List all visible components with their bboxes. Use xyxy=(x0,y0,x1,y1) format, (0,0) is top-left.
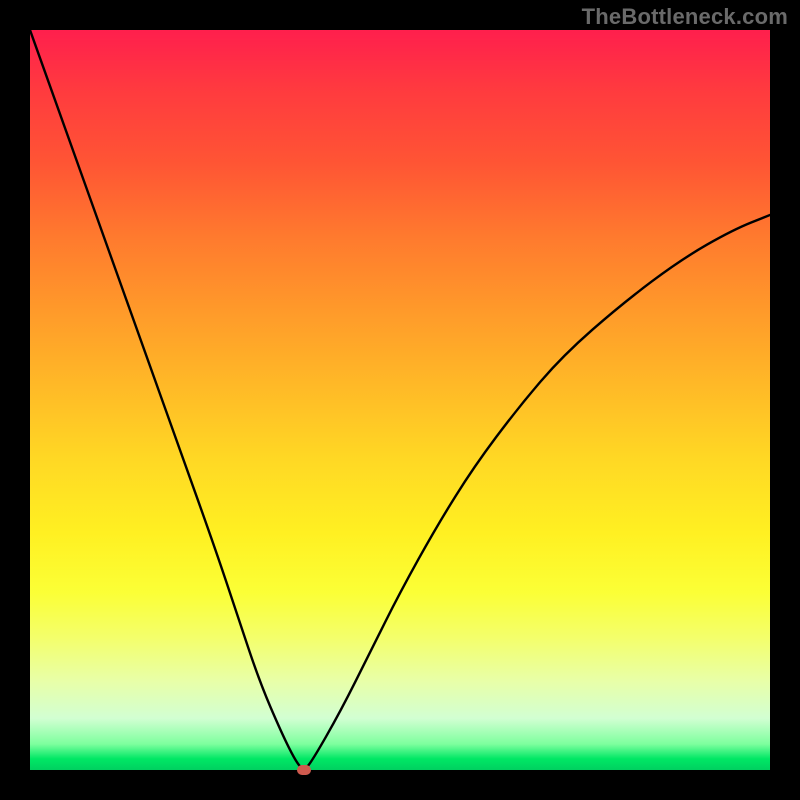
chart-frame: TheBottleneck.com xyxy=(0,0,800,800)
curve-svg xyxy=(30,30,770,770)
watermark-text: TheBottleneck.com xyxy=(582,4,788,30)
plot-area xyxy=(30,30,770,770)
bottleneck-curve-path xyxy=(30,30,770,768)
min-marker xyxy=(297,765,311,775)
